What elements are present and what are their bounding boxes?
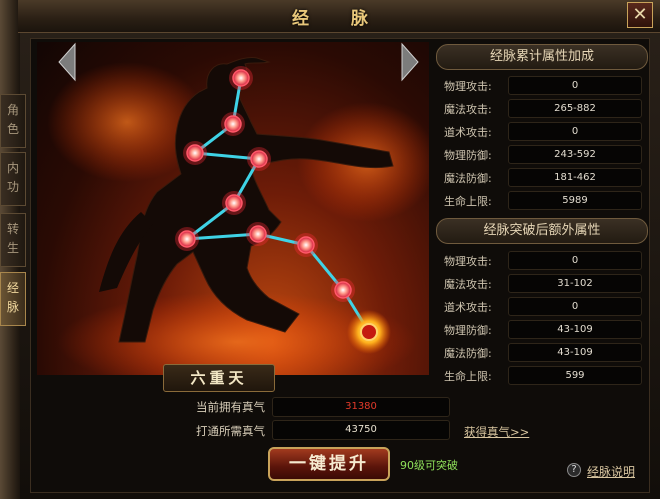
attribute-value: 5989	[508, 191, 642, 210]
close-button[interactable]: ✕	[627, 2, 653, 28]
attribute-label: 物理防御:	[444, 149, 492, 162]
current-qi-label: 当前拥有真气	[196, 400, 265, 414]
attribute-value: 265-882	[508, 99, 642, 118]
attribute-label: 道术攻击:	[444, 301, 492, 314]
attribute-row: 道术攻击: 0	[436, 296, 648, 318]
one-click-upgrade-button[interactable]: 一键提升	[268, 447, 390, 481]
attribute-value: 43-109	[508, 320, 642, 339]
tab-label: 经 脉	[6, 281, 19, 314]
acupoint-node-icon[interactable]	[183, 141, 207, 165]
tab-label: 内 功	[6, 161, 19, 194]
current-qi-value: 31380	[272, 397, 450, 417]
attribute-row: 魔法攻击: 265-882	[436, 98, 648, 120]
attribute-row: 魔法攻击: 31-102	[436, 273, 648, 295]
tab-character[interactable]: 角 色	[0, 94, 26, 148]
stage-name: 六重天	[163, 364, 275, 392]
breakthrough-level-hint: 90级可突破	[400, 459, 458, 472]
arrow-right-icon[interactable]	[400, 42, 420, 82]
breakthrough-attributes-header: 经脉突破后额外属性	[436, 218, 648, 244]
get-qi-link[interactable]: 获得真气>>	[464, 424, 529, 440]
attribute-value: 0	[508, 297, 642, 316]
active-acupoint-icon[interactable]	[360, 323, 378, 341]
attribute-label: 物理攻击:	[444, 255, 492, 268]
attribute-row: 物理防御: 243-592	[436, 144, 648, 166]
tab-label: 转 生	[6, 222, 19, 255]
acupoint-node-icon[interactable]	[222, 191, 246, 215]
acupoint-node-icon[interactable]	[247, 147, 271, 171]
attribute-value: 0	[508, 122, 642, 141]
tab-internal-skill[interactable]: 内 功	[0, 152, 26, 206]
acupoint-node-icon[interactable]	[229, 66, 253, 90]
attribute-value: 43-109	[508, 343, 642, 362]
attribute-label: 魔法攻击:	[444, 278, 492, 291]
attribute-value: 243-592	[508, 145, 642, 164]
attribute-label: 魔法防御:	[444, 347, 492, 360]
attribute-row: 生命上限: 599	[436, 365, 648, 387]
attribute-label: 生命上限:	[444, 195, 492, 208]
meridian-scene	[37, 42, 429, 375]
attribute-value: 0	[508, 251, 642, 270]
tab-rebirth[interactable]: 转 生	[0, 213, 26, 267]
attribute-label: 物理攻击:	[444, 80, 492, 93]
attribute-value: 181-462	[508, 168, 642, 187]
help-icon: ?	[567, 463, 581, 477]
attribute-label: 物理防御:	[444, 324, 492, 337]
acupoint-node-icon[interactable]	[221, 112, 245, 136]
required-qi-label: 打通所需真气	[196, 424, 265, 438]
help-label: 经脉说明	[587, 465, 636, 479]
attribute-value: 599	[508, 366, 642, 385]
attribute-label: 魔法攻击:	[444, 103, 492, 116]
required-qi-value: 43750	[272, 420, 450, 440]
title-bar: 经 脉	[18, 0, 660, 33]
close-icon: ✕	[632, 4, 648, 25]
attribute-value: 0	[508, 76, 642, 95]
meridian-help-link[interactable]: ? 经脉说明	[567, 462, 639, 480]
attribute-label: 魔法防御:	[444, 172, 492, 185]
attribute-row: 物理防御: 43-109	[436, 319, 648, 341]
arrow-left-icon[interactable]	[57, 42, 77, 82]
attribute-row: 道术攻击: 0	[436, 121, 648, 143]
window-title: 经 脉	[292, 9, 386, 29]
acupoint-node-icon[interactable]	[175, 227, 199, 251]
tab-meridian[interactable]: 经 脉	[0, 272, 26, 326]
acupoint-node-icon[interactable]	[294, 233, 318, 257]
attribute-row: 魔法防御: 43-109	[436, 342, 648, 364]
attribute-row: 物理攻击: 0	[436, 75, 648, 97]
attribute-value: 31-102	[508, 274, 642, 293]
attribute-row: 生命上限: 5989	[436, 190, 648, 212]
tab-label: 角 色	[6, 103, 19, 136]
cumulative-attributes-header: 经脉累计属性加成	[436, 44, 648, 70]
attribute-label: 道术攻击:	[444, 126, 492, 139]
acupoint-node-icon[interactable]	[246, 222, 270, 246]
meridian-figure	[47, 57, 429, 375]
acupoint-node-icon[interactable]	[331, 278, 355, 302]
attribute-label: 生命上限:	[444, 370, 492, 383]
attribute-row: 物理攻击: 0	[436, 250, 648, 272]
attribute-row: 魔法防御: 181-462	[436, 167, 648, 189]
